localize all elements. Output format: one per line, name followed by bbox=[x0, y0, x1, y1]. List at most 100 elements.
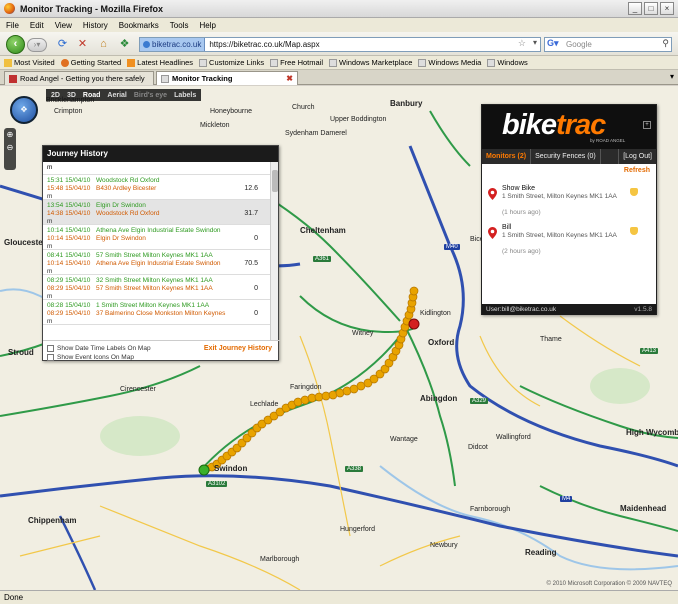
menu-help[interactable]: Help bbox=[199, 21, 215, 30]
windows-live-icon[interactable]: ❖ bbox=[118, 38, 131, 51]
address-bar[interactable]: biketrac.co.uk https://biketrac.co.uk/Ma… bbox=[139, 37, 541, 52]
search-box[interactable]: G▾ Google ⚲ bbox=[544, 37, 672, 52]
tab-security-fences[interactable]: Security Fences (0) bbox=[531, 149, 601, 164]
back-button[interactable]: ‹ bbox=[6, 35, 25, 54]
expand-icon[interactable]: + bbox=[643, 121, 651, 129]
forward-button[interactable]: ›▾ bbox=[27, 38, 47, 52]
menu-history[interactable]: History bbox=[83, 21, 108, 30]
rss-icon bbox=[127, 58, 136, 67]
bookmark-label: Latest Headlines bbox=[137, 58, 194, 67]
site-identity-button[interactable]: biketrac.co.uk bbox=[140, 38, 206, 51]
park-area bbox=[590, 368, 650, 404]
bookmark-windows[interactable]: Windows bbox=[487, 58, 528, 67]
monitors-list: Refresh Show Bike 1 Smith Street, Milton… bbox=[482, 164, 656, 304]
tab-list-icon[interactable]: ▾ bbox=[670, 72, 674, 81]
journey-start: 08:29 15/04/10 32 Smith Street Milton Key… bbox=[47, 277, 268, 285]
zoom-out-icon[interactable]: ⊖ bbox=[4, 141, 16, 154]
refresh-link[interactable]: Refresh bbox=[624, 167, 650, 174]
firefox-icon bbox=[4, 3, 15, 14]
map-type-birdseye[interactable]: Bird's eye bbox=[134, 92, 167, 99]
bookmark-label: Windows Media bbox=[428, 58, 482, 67]
map-label: Banbury bbox=[390, 99, 423, 108]
scrollbar-thumb[interactable] bbox=[272, 170, 278, 192]
bookmark-getting-started[interactable]: Getting Started bbox=[60, 58, 121, 67]
tab-label: Monitor Tracking bbox=[172, 74, 233, 83]
menu-tools[interactable]: Tools bbox=[170, 21, 189, 30]
bookmark-windows-marketplace[interactable]: Windows Marketplace bbox=[329, 58, 412, 67]
menu-view[interactable]: View bbox=[55, 21, 72, 30]
journey-row[interactable]: 08:29 15/04/10 32 Smith Street Milton Key… bbox=[43, 275, 272, 300]
map-label: Didcot bbox=[468, 444, 488, 451]
bookmark-windows-media[interactable]: Windows Media bbox=[418, 58, 481, 67]
bookmark-label: Most Visited bbox=[14, 58, 55, 67]
stop-icon[interactable]: ✕ bbox=[76, 38, 89, 51]
map-view[interactable]: Crimpton Bricklehampton Banbury Honeybou… bbox=[0, 86, 678, 590]
url-dropdown-icon[interactable]: ▾ bbox=[533, 38, 537, 47]
bookmark-star-icon[interactable]: ☆ bbox=[518, 38, 526, 49]
app-version: v1.5.8 bbox=[634, 306, 652, 313]
menu-bookmarks[interactable]: Bookmarks bbox=[119, 21, 159, 30]
bookmark-label: Customize Links bbox=[209, 58, 265, 67]
tab-monitors[interactable]: Monitors (2) bbox=[482, 149, 532, 164]
map-type-road[interactable]: Road bbox=[83, 92, 101, 99]
journey-place: 1 Smith Street Milton Keynes MK1 1AA bbox=[96, 302, 210, 309]
tab-road-angel[interactable]: Road Angel - Getting you there safely bbox=[4, 71, 154, 85]
alarm-bell-icon[interactable] bbox=[630, 188, 638, 196]
minimize-button[interactable]: _ bbox=[628, 2, 642, 15]
journey-row[interactable]: 08:28 15/04/10 1 Smith Street Milton Keyn… bbox=[43, 300, 272, 325]
device-item-bill[interactable]: Bill 1 Smith Street, Milton Keynes MK1 1… bbox=[488, 224, 648, 256]
bookmark-label: Windows Marketplace bbox=[339, 58, 413, 67]
journey-list[interactable]: m 15:31 15/04/10 Woodstock Rd Oxford 15:48… bbox=[43, 162, 272, 340]
site-domain: biketrac.co.uk bbox=[152, 40, 202, 49]
reload-icon[interactable]: ⟳ bbox=[56, 38, 69, 51]
maximize-button[interactable]: □ bbox=[644, 2, 658, 15]
map-type-labels[interactable]: Labels bbox=[174, 92, 196, 99]
globe-icon bbox=[143, 41, 150, 48]
status-bar: Done bbox=[0, 590, 678, 604]
journey-row[interactable]: 13:54 15/04/10 Elgin Dr Swindon 14:38 15/0… bbox=[43, 200, 272, 225]
biketrac-tabs: Monitors (2) Security Fences (0) [Log Ou… bbox=[482, 149, 656, 164]
biketrac-panel: biketrac by ROAD ANGEL + Monitors (2) Se… bbox=[481, 104, 657, 315]
map-type-aerial[interactable]: Aerial bbox=[107, 92, 126, 99]
logout-link[interactable]: [Log Out] bbox=[618, 149, 656, 164]
map-type-3d[interactable]: 3D bbox=[67, 92, 76, 99]
google-icon[interactable]: G▾ bbox=[547, 38, 563, 51]
journey-time: 08:29 15/04/10 bbox=[47, 285, 91, 292]
map-label: Crimpton bbox=[54, 108, 83, 115]
map-label: Honeybourne bbox=[210, 108, 253, 115]
checkbox-box[interactable] bbox=[47, 345, 54, 352]
checkbox-box[interactable] bbox=[47, 354, 54, 361]
journey-row[interactable]: 10:14 15/04/10 Athena Ave Elgin Industria… bbox=[43, 225, 272, 250]
bookmark-free-hotmail[interactable]: Free Hotmail bbox=[270, 58, 323, 67]
bookmark-latest-headlines[interactable]: Latest Headlines bbox=[127, 58, 193, 67]
journey-time: 15:31 15/04/10 bbox=[47, 177, 91, 184]
journey-place: Elgin Dr Swindon bbox=[96, 202, 146, 209]
close-tab-icon[interactable]: ✖ bbox=[286, 74, 293, 83]
map-label: Farnborough bbox=[470, 506, 511, 513]
tab-monitor-tracking[interactable]: Monitor Tracking ✖ bbox=[156, 71, 298, 85]
map-label: Sydenham Damerel bbox=[285, 130, 347, 137]
journey-place: Athena Ave Elgin Industrial Estate Swind… bbox=[96, 260, 221, 267]
bookmark-most-visited[interactable]: Most Visited bbox=[4, 58, 55, 67]
device-item-show-bike[interactable]: Show Bike 1 Smith Street, Milton Keynes … bbox=[488, 185, 648, 217]
alarm-bell-icon[interactable] bbox=[630, 227, 638, 235]
map-label: Faringdon bbox=[290, 384, 322, 391]
map-label: Wantage bbox=[390, 436, 418, 443]
journey-scrollbar[interactable] bbox=[270, 162, 278, 340]
show-icons-checkbox[interactable]: Show Event Icons On Map bbox=[47, 353, 276, 362]
search-icon[interactable]: ⚲ bbox=[662, 38, 669, 49]
close-button[interactable]: × bbox=[660, 2, 674, 15]
journey-row[interactable]: 15:31 15/04/10 Woodstock Rd Oxford 15:48 1… bbox=[43, 175, 272, 200]
zoom-in-icon[interactable]: ⊕ bbox=[4, 128, 16, 141]
map-type-2d[interactable]: 2D bbox=[51, 92, 60, 99]
home-icon[interactable]: ⌂ bbox=[97, 38, 110, 51]
bookmark-customize-links[interactable]: Customize Links bbox=[199, 58, 264, 67]
exit-journey-history-link[interactable]: Exit Journey History bbox=[204, 345, 272, 352]
map-zoom-control[interactable]: ⊕ ⊖ bbox=[4, 128, 16, 170]
journey-time: 15:48 15/04/10 bbox=[47, 185, 91, 192]
road-shield: A338 bbox=[345, 466, 364, 472]
journey-row[interactable]: 08:41 15/04/10 57 Smith Street Milton Key… bbox=[43, 250, 272, 275]
menu-edit[interactable]: Edit bbox=[30, 21, 44, 30]
menu-file[interactable]: File bbox=[6, 21, 19, 30]
map-navigation-compass[interactable]: ✥ bbox=[10, 96, 38, 124]
